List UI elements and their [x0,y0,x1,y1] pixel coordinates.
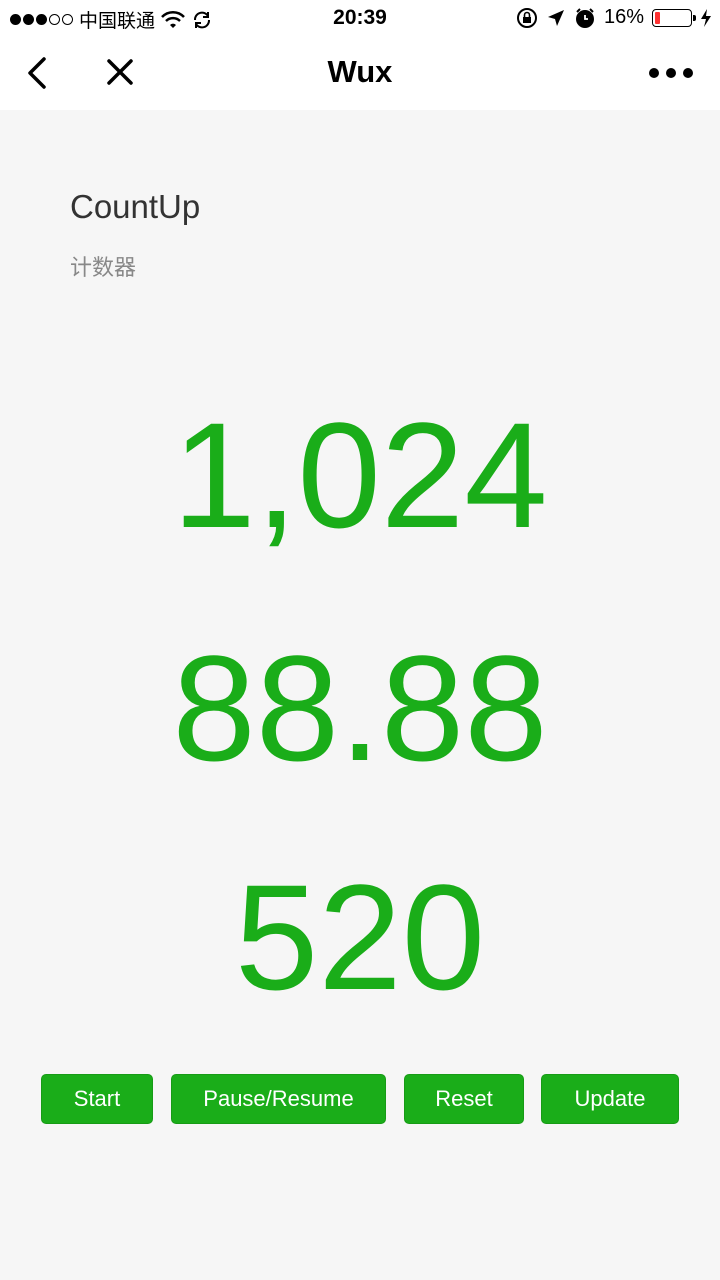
status-right: 16% [516,6,712,29]
status-bar: 中国联通 20:39 16% [0,0,720,36]
location-icon [547,9,564,26]
page-description: 计数器 [70,256,137,281]
navigation-bar: Wux [0,36,720,110]
battery-percent: 16% [603,6,644,28]
battery-level [655,11,661,24]
nav-title: Wux [327,54,393,89]
more-dots-icon [649,68,693,78]
button-row: Start Pause/Resume Reset Update [0,1074,720,1124]
pause-resume-button[interactable]: Pause/Resume [171,1074,386,1124]
more-button[interactable] [646,58,696,88]
battery-icon [652,8,696,27]
counter-value-3: 520 [234,853,486,1021]
counter-value-2: 88.88 [172,624,548,792]
page-title: CountUp [70,188,201,225]
charging-icon [701,8,711,27]
reset-button[interactable]: Reset [404,1074,524,1124]
start-button[interactable]: Start [41,1074,153,1124]
rotation-lock-icon [516,7,537,28]
counter-value-1: 1,024 [172,391,548,559]
alarm-icon [575,7,594,28]
update-button[interactable]: Update [541,1074,679,1124]
